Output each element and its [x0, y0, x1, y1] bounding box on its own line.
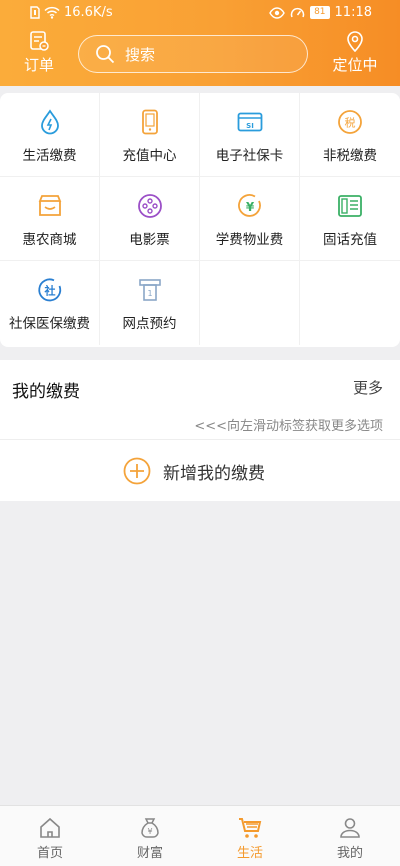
search-input[interactable]: 搜索 [78, 35, 308, 73]
my-payments-title: 我的缴费 [12, 382, 80, 402]
wifi-icon [44, 6, 60, 19]
phone-icon [142, 109, 158, 135]
status-bar: 16.6K/s 81 11:18 [0, 0, 400, 28]
home-icon [40, 817, 60, 838]
service-e-social-card[interactable]: SI 电子社保卡 [200, 93, 300, 177]
service-empty-slot [200, 261, 300, 345]
add-payment-label: 新增我的缴费 [163, 463, 265, 484]
service-label: 充值中心 [122, 148, 177, 164]
service-branch-appointment[interactable]: 1 网点预约 [100, 261, 200, 345]
film-reel-icon [138, 194, 162, 218]
money-bag-icon: ¥ [141, 818, 159, 838]
tab-label: 生活 [236, 846, 263, 861]
service-movie-tickets[interactable]: 电影票 [100, 177, 200, 261]
clock: 11:18 [334, 5, 372, 20]
shopping-cart-icon [239, 818, 262, 838]
svg-text:¥: ¥ [147, 827, 152, 836]
eye-icon [269, 6, 285, 19]
network-speed: 16.6K/s [64, 5, 113, 20]
tab-label: 我的 [336, 846, 363, 861]
svg-text:社: 社 [44, 284, 56, 298]
service-non-tax-payment[interactable]: 税 非税缴费 [300, 93, 400, 177]
location-pin-icon [347, 31, 363, 52]
service-label: 电子社保卡 [215, 148, 284, 164]
search-placeholder: 搜索 [125, 45, 156, 64]
plus-circle-icon [123, 457, 151, 485]
my-payments-section: 我的缴费 更多 <<<向左滑动标签获取更多选项 新增我的缴费 [0, 360, 400, 501]
header: 16.6K/s 81 11:18 订单 搜索 定位中 [0, 0, 400, 86]
service-label: 生活缴费 [22, 148, 77, 164]
yuan-coin-icon: ¥ [238, 194, 261, 217]
landline-phone-icon [338, 195, 362, 217]
service-label: 网点预约 [122, 316, 177, 332]
location-label: 定位中 [332, 56, 378, 74]
tab-wealth[interactable]: ¥ 财富 [100, 816, 200, 861]
more-link[interactable]: 更多 [353, 377, 383, 398]
bank-branch-icon: 1 [139, 279, 161, 301]
service-label: 社保医保缴费 [9, 316, 90, 332]
speedometer-icon [290, 7, 305, 18]
battery-indicator: 81 [310, 6, 330, 19]
order-icon [30, 31, 49, 51]
service-agri-mall[interactable]: 惠农商城 [0, 177, 100, 261]
svg-text:税: 税 [345, 116, 356, 130]
service-label: 学费物业费 [215, 232, 284, 248]
svg-text:¥: ¥ [246, 200, 255, 214]
tab-life[interactable]: 生活 [200, 816, 300, 861]
svg-text:SI: SI [246, 122, 254, 130]
add-payment-button[interactable]: 新增我的缴费 [123, 457, 265, 485]
user-icon [340, 818, 360, 838]
service-grid: 生活缴费 充值中心 SI 电子社保卡 税 非税缴费 惠农商城 电影票 ¥ 学费物… [0, 93, 400, 347]
tab-label: 财富 [136, 846, 163, 861]
service-label: 非税缴费 [323, 148, 377, 164]
location-button[interactable]: 定位中 [330, 30, 380, 75]
water-drop-icon [41, 109, 59, 135]
search-icon [96, 45, 115, 64]
store-icon [38, 195, 62, 216]
social-insurance-icon: 社 [38, 278, 62, 302]
sim-icon [30, 6, 40, 19]
service-recharge-center[interactable]: 充值中心 [100, 93, 200, 177]
tax-icon: 税 [338, 110, 362, 134]
order-label: 订单 [23, 56, 54, 74]
tab-label: 首页 [36, 846, 63, 861]
tab-mine[interactable]: 我的 [300, 816, 400, 861]
service-label: 电影票 [129, 232, 170, 248]
service-tuition-property-fee[interactable]: ¥ 学费物业费 [200, 177, 300, 261]
tab-home[interactable]: 首页 [0, 816, 100, 861]
swipe-hint: <<<向左滑动标签获取更多选项 [194, 419, 383, 434]
social-security-card-icon: SI [237, 112, 263, 132]
service-label: 固话充值 [323, 232, 377, 248]
svg-text:1: 1 [147, 289, 152, 298]
service-landline-recharge[interactable]: 固话充值 [300, 177, 400, 261]
service-social-medical-insurance[interactable]: 社 社保医保缴费 [0, 261, 100, 345]
service-living-payment[interactable]: 生活缴费 [0, 93, 100, 177]
divider [0, 439, 400, 440]
bottom-tab-bar: 首页 ¥ 财富 生活 我的 [0, 805, 400, 866]
order-button[interactable]: 订单 [20, 30, 58, 75]
service-label: 惠农商城 [22, 232, 77, 248]
